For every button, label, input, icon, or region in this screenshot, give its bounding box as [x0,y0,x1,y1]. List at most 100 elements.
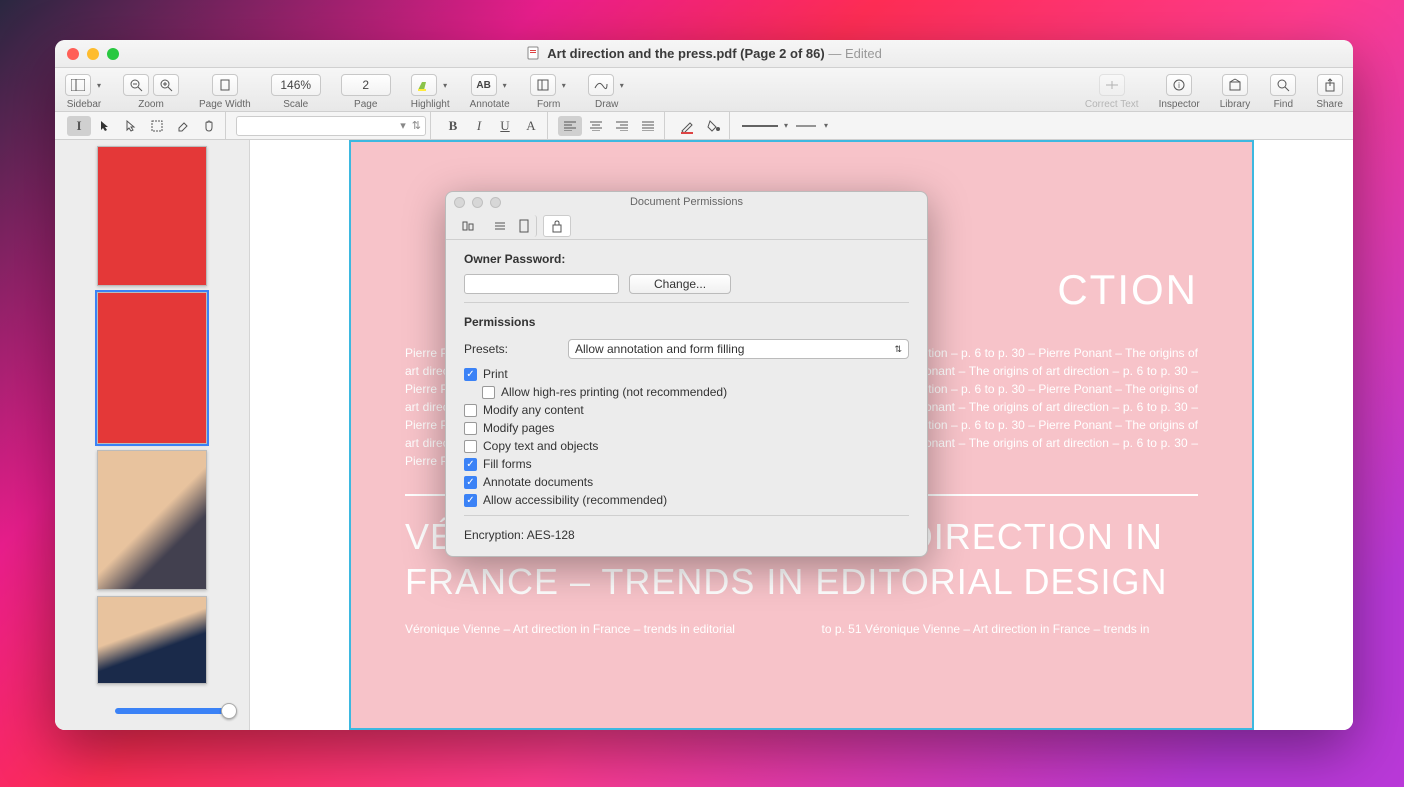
window-edited-status: Edited [845,46,882,61]
select-tool[interactable] [119,116,143,136]
secondary-toolbar: I ▾⇅ B I U A ▾ ▾ [55,112,1353,140]
align-center-button[interactable] [584,116,608,136]
annotate-label: Annotate documents [483,475,593,489]
print-label: Print [483,367,508,381]
fill-color-button[interactable] [701,116,725,136]
encryption-info: Encryption: AES-128 [464,528,909,542]
highres-label: Allow high-res printing (not recommended… [501,385,727,399]
minimize-window-button[interactable] [87,48,99,60]
titlebar: Art direction and the press.pdf (Page 2 … [55,40,1353,68]
correct-text-button [1099,74,1125,96]
chevron-down-icon[interactable]: ▾ [501,81,509,90]
presets-select[interactable]: Allow annotation and form filling ⇅ [568,339,909,359]
permissions-section-label: Permissions [464,315,909,329]
zoom-label: Zoom [138,99,164,110]
scale-field[interactable]: 146% [271,74,321,96]
window-controls [67,48,119,60]
align-left-button[interactable] [558,116,582,136]
zoom-in-button[interactable] [153,74,179,96]
text-color-button[interactable]: A [519,116,543,136]
pointer-tool[interactable] [93,116,117,136]
draw-button[interactable] [588,74,614,96]
window-title: Art direction and the press.pdf (Page 2 … [55,46,1353,61]
fill-forms-checkbox[interactable]: ✓ [464,458,477,471]
close-window-button[interactable] [67,48,79,60]
chevron-down-icon[interactable]: ▾ [560,81,568,90]
annotate-checkbox[interactable]: ✓ [464,476,477,489]
page-field[interactable]: 2 [341,74,391,96]
underline-button[interactable]: U [493,116,517,136]
inspector-label: Inspector [1159,99,1200,110]
dialog-title: Document Permissions [630,196,743,208]
dialog-close-button[interactable] [454,197,465,208]
document-permissions-dialog: Document Permissions Owner Password: Cha… [445,191,928,557]
find-label: Find [1274,99,1293,110]
align-justify-button[interactable] [636,116,660,136]
presets-label: Presets: [464,342,568,356]
modify-pages-label: Modify pages [483,421,554,435]
form-button[interactable] [530,74,556,96]
modify-pages-checkbox[interactable] [464,422,477,435]
pdf-file-icon [526,46,540,60]
line-style-button[interactable] [740,116,780,136]
italic-button[interactable]: I [467,116,491,136]
text-cursor-tool[interactable]: I [67,116,91,136]
library-label: Library [1220,99,1251,110]
inspector-button[interactable]: i [1166,74,1192,96]
dialog-tab-page-icon[interactable] [518,215,537,237]
dialog-minimize-button[interactable] [472,197,483,208]
eraser-tool[interactable] [171,116,195,136]
owner-password-field[interactable] [464,274,619,294]
page-width-button[interactable] [212,74,238,96]
marquee-tool[interactable] [145,116,169,136]
stroke-color-button[interactable] [675,116,699,136]
page-thumbnail-4[interactable] [97,596,207,684]
chevron-down-icon[interactable]: ▾ [782,121,790,130]
correct-text-label: Correct Text [1085,99,1139,110]
dialog-tab-align-icon[interactable] [454,215,482,237]
hand-tool[interactable] [197,116,221,136]
thumbnail-sidebar [55,140,250,730]
highlight-button[interactable] [411,74,437,96]
page-thumbnail-3[interactable] [97,450,207,590]
sidebar-toggle-button[interactable] [65,74,91,96]
align-right-button[interactable] [610,116,634,136]
window-page-info: (Page 2 of 86) [740,46,825,61]
dialog-tab-lock-icon[interactable] [543,215,571,237]
chevron-down-icon[interactable]: ▾ [822,121,830,130]
line-endpoints-button[interactable] [792,116,820,136]
page-label: Page [354,99,377,110]
fill-forms-label: Fill forms [483,457,532,471]
page-thumbnail-1[interactable] [97,146,207,286]
modify-content-checkbox[interactable] [464,404,477,417]
accessibility-checkbox[interactable]: ✓ [464,494,477,507]
change-password-button[interactable]: Change... [629,274,731,294]
sidebar-scrollbar[interactable] [115,705,245,717]
library-button[interactable] [1222,74,1248,96]
main-toolbar: ▾ Sidebar Zoom Page Width 146% Scale 2 P… [55,68,1353,112]
print-checkbox[interactable]: ✓ [464,368,477,381]
chevron-down-icon[interactable]: ▾ [618,81,626,90]
dialog-tabs [446,212,927,240]
annotate-label: Annotate [470,99,510,110]
page-thumbnail-2[interactable] [97,292,207,444]
bold-button[interactable]: B [441,116,465,136]
modify-content-label: Modify any content [483,403,584,417]
column-text-left: Véronique Vienne – Art direction in Fran… [405,620,782,638]
highres-checkbox[interactable] [482,386,495,399]
column-text-right: to p. 51 Véronique Vienne – Art directio… [822,620,1199,638]
zoom-window-button[interactable] [107,48,119,60]
scale-label: Scale [283,99,308,110]
annotate-button[interactable]: AB [471,74,497,96]
chevron-down-icon[interactable]: ▾ [441,81,449,90]
chevron-down-icon[interactable]: ▾ [95,81,103,90]
copy-text-checkbox[interactable] [464,440,477,453]
dialog-tab-list-icon[interactable] [486,215,514,237]
find-button[interactable] [1270,74,1296,96]
dialog-zoom-button[interactable] [490,197,501,208]
share-button[interactable] [1317,74,1343,96]
font-select[interactable]: ▾⇅ [236,116,426,136]
highlight-label: Highlight [411,99,450,110]
zoom-out-button[interactable] [123,74,149,96]
owner-password-label: Owner Password: [464,252,909,266]
